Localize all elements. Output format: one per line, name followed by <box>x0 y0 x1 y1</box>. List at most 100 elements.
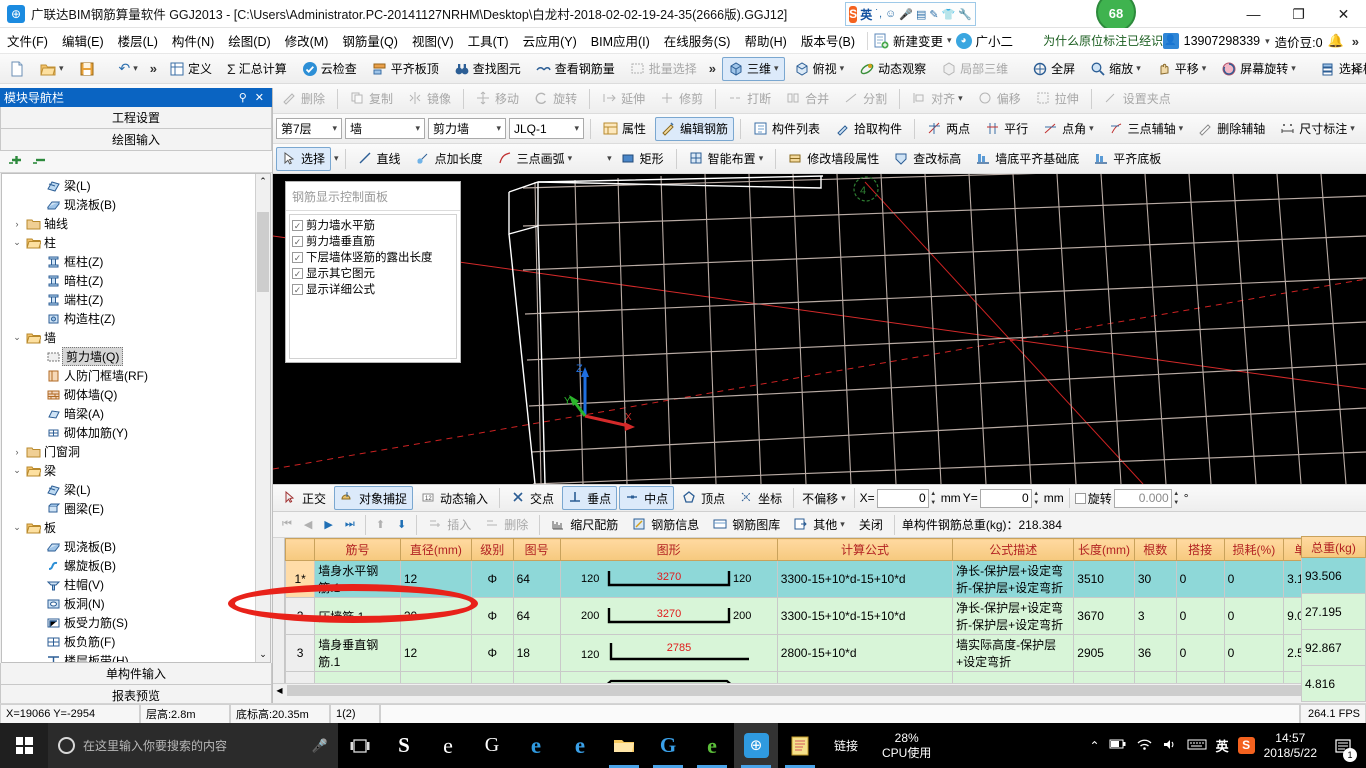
menu-view[interactable]: 视图(V) <box>405 28 461 53</box>
rectangle-tool-button[interactable]: 矩形 <box>615 147 670 171</box>
taskbar-link-label[interactable]: 链接 <box>834 737 858 754</box>
vertex-snap-button[interactable]: 顶点 <box>676 486 731 510</box>
start-button[interactable] <box>0 723 48 768</box>
cell-loss[interactable]: 0 <box>1223 634 1285 672</box>
assistant-button[interactable]: ◕ 广小二 <box>955 31 1013 50</box>
microphone-icon[interactable]: 🎤 <box>312 738 328 754</box>
cell-length[interactable]: 3510 <box>1073 560 1135 598</box>
taskbar-app-ie-white[interactable]: e <box>426 723 470 768</box>
undo-chevron-icon[interactable]: ▾ <box>133 63 138 74</box>
taskbar-app-360-white[interactable]: G <box>470 723 514 768</box>
cell-formula[interactable]: 3300-15+10*d-15+10*d <box>776 560 954 598</box>
cell-grade[interactable]: Φ <box>470 671 514 683</box>
cell-pic-no[interactable]: 64 <box>512 560 561 598</box>
menu-floor[interactable]: 楼层(L) <box>111 28 165 53</box>
cell-description[interactable]: 墙实际高度-保护层+设定弯折 <box>952 634 1075 672</box>
account-icon[interactable]: 👤 <box>1162 33 1179 49</box>
cell-total-weight[interactable]: 27.195 <box>1301 594 1366 630</box>
sogou-logo-icon[interactable]: S <box>849 5 858 23</box>
delete-axis-button[interactable]: 删除辅轴 <box>1192 117 1271 141</box>
settings-wrench-icon[interactable]: 🔧 <box>958 8 972 21</box>
rcp-item-2[interactable]: ✓ 下层墙体竖筋的露出长度 <box>292 249 456 265</box>
floor-select[interactable]: 第7层 ▾ <box>276 118 342 139</box>
th-total-weight[interactable]: 总重(kg) <box>1301 536 1366 558</box>
menu-overflow-icon[interactable]: » <box>1349 34 1362 49</box>
taskbar-app-notepad[interactable] <box>778 723 822 768</box>
skin-icon[interactable]: 👕 <box>942 8 956 21</box>
table-row[interactable]: 4墙身拉筋.16Φ485170(200-2*15)+2*(75+1.9*d) 34… <box>285 671 1350 683</box>
menu-help[interactable]: 帮助(H) <box>737 28 793 53</box>
tree-item-19[interactable]: 现浇板(B) <box>2 537 270 556</box>
module-tree[interactable]: 梁(L) 现浇板(B) › 轴线 ⌄ 柱框柱(Z) 暗柱(Z) 端柱(Z) 构造柱(Z) ⌄ 墙剪力… <box>1 173 271 663</box>
cell-rebar-name[interactable]: 墙身拉筋.1 <box>314 671 401 683</box>
new-change-button[interactable]: 新建变更 ▾ <box>873 31 952 50</box>
move-down-button[interactable]: ⬇ <box>392 516 411 533</box>
tree-item-16[interactable]: 梁(L) <box>2 480 270 499</box>
checkbox-checked-icon[interactable]: ✓ <box>292 219 303 231</box>
project-settings-button[interactable]: 工程设置 <box>0 107 272 129</box>
battery-icon[interactable] <box>1109 738 1127 753</box>
perpendicular-snap-button[interactable]: 垂点 <box>562 486 618 510</box>
volume-icon[interactable] <box>1162 738 1178 754</box>
scale-rebar-button[interactable]: 缩尺配筋 <box>545 513 624 537</box>
3d-viewport[interactable]: Z Y X 4 钢筋显示控制面板 ✓ 剪力墙水平筋 ✓ 剪力墙垂直筋 ✓ 下层墙体竖筋的露… <box>273 174 1366 484</box>
tree-scroll-thumb[interactable] <box>257 212 269 292</box>
cell-formula[interactable]: (200-2*15)+2*(75+1.9*d) <box>776 671 954 683</box>
point-length-tool-button[interactable]: 点加长度 <box>410 147 489 171</box>
tree-scroll-up-icon[interactable]: ⌃ <box>256 174 270 189</box>
pan-chevron-icon[interactable]: ▾ <box>1202 63 1207 74</box>
cell-shape[interactable]: 170 <box>559 671 778 683</box>
category-select[interactable]: 墙 ▾ <box>345 118 425 139</box>
menu-member[interactable]: 构件(N) <box>165 28 221 53</box>
cell-loss[interactable]: 0 <box>1223 597 1285 635</box>
cell-length[interactable]: 3670 <box>1073 597 1135 635</box>
other-button[interactable]: 其他 ▾ <box>788 513 851 537</box>
table-row[interactable]: 2 压墙筋.1 20 Φ 64 200 3270 200 3300-15+10*d-15+10*… <box>285 597 1350 635</box>
dynamic-input-button[interactable]: 12 动态输入 <box>415 486 494 510</box>
rotate-checkbox[interactable] <box>1074 492 1086 504</box>
toolbar1-overflow-icon[interactable]: » <box>147 61 160 76</box>
single-member-input-button[interactable]: 单构件输入 <box>0 663 272 685</box>
taskbar-app-glodon[interactable]: ⊕ <box>734 723 778 768</box>
cell-count[interactable]: 36 <box>1133 634 1177 672</box>
tb4-extra-chevron-icon[interactable]: ▾ <box>607 153 612 164</box>
th-desc[interactable]: 公式描述 <box>952 538 1075 561</box>
th-diameter[interactable]: 直径(mm) <box>399 538 472 561</box>
category-chevron-icon[interactable]: ▾ <box>415 123 420 134</box>
cloud-check-button[interactable]: 云检查 <box>296 57 363 81</box>
tree-expander-icon[interactable]: ⌄ <box>10 332 24 343</box>
cell-diameter[interactable]: 12 <box>399 634 472 672</box>
th-shape[interactable]: 图形 <box>559 538 778 561</box>
th-formula[interactable]: 计算公式 <box>776 538 954 561</box>
tree-item-1[interactable]: 现浇板(B) <box>2 195 270 214</box>
cell-count[interactable]: 3 <box>1133 597 1177 635</box>
tree-expander-icon[interactable]: › <box>10 447 24 457</box>
cell-count[interactable]: 54 <box>1133 671 1177 683</box>
pick-member-button[interactable]: 拾取构件 <box>829 117 908 141</box>
tree-item-9[interactable]: 剪力墙(Q) <box>2 347 270 366</box>
type-chevron-icon[interactable]: ▾ <box>496 123 501 134</box>
cell-formula[interactable]: 3300-15+10*d-15+10*d <box>776 597 954 635</box>
select-tool-chevron-icon[interactable]: ▾ <box>334 153 339 164</box>
first-record-button[interactable]: ⏮ <box>277 516 297 533</box>
cell-lap[interactable]: 0 <box>1175 634 1225 672</box>
x-input[interactable]: 0 ▲ ▼ <box>876 488 936 508</box>
last-record-button[interactable]: ⏭ <box>340 516 360 533</box>
tree-item-15[interactable]: ⌄ 梁 <box>2 461 270 480</box>
tree-item-24[interactable]: 板负筋(F) <box>2 632 270 651</box>
beans-label[interactable]: 造价豆:0 <box>1275 32 1323 51</box>
rebar-library-button[interactable]: 钢筋图库 <box>707 513 786 537</box>
close-table-button[interactable]: 关闭 <box>853 513 889 537</box>
two-point-button[interactable]: 两点 <box>921 117 976 141</box>
ime-lang-label[interactable]: 英 <box>860 6 872 23</box>
tree-item-2[interactable]: › 轴线 <box>2 214 270 233</box>
tree-item-21[interactable]: 柱帽(V) <box>2 575 270 594</box>
tree-item-13[interactable]: 砌体加筋(Y) <box>2 423 270 442</box>
checkbox-checked-icon[interactable]: ✓ <box>292 283 303 295</box>
point-angle-button[interactable]: 点角 ▾ <box>1037 117 1100 141</box>
tray-chevron-icon[interactable]: ⌃ <box>1090 739 1100 753</box>
tree-item-8[interactable]: ⌄ 墙 <box>2 328 270 347</box>
cell-description[interactable]: 净长-保护层+设定弯折-保护层+设定弯折 <box>952 597 1075 635</box>
th-lap[interactable]: 搭接 <box>1175 538 1225 561</box>
toolbar1-overflow3-icon[interactable]: » <box>1350 61 1363 76</box>
